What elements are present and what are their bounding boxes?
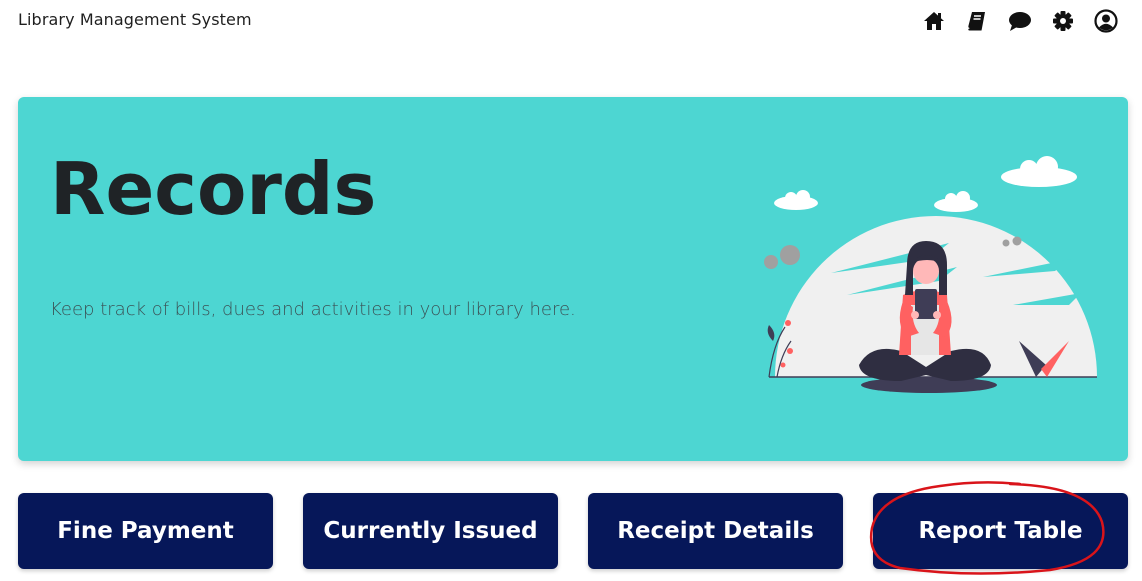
- reading-woman-illustration: [764, 156, 1097, 393]
- gear-icon[interactable]: [1049, 7, 1077, 35]
- top-nav-icons: [920, 7, 1120, 35]
- chat-icon[interactable]: [1006, 7, 1034, 35]
- app-title: Library Management System: [18, 10, 252, 29]
- home-icon[interactable]: [920, 7, 948, 35]
- currently-issued-button[interactable]: Currently Issued: [303, 493, 558, 569]
- receipt-details-button[interactable]: Receipt Details: [588, 493, 843, 569]
- hero-banner: Records Keep track of bills, dues and ac…: [18, 97, 1128, 461]
- report-table-button[interactable]: Report Table: [873, 493, 1128, 569]
- user-circle-icon[interactable]: [1092, 7, 1120, 35]
- top-bar: Library Management System: [0, 0, 1142, 44]
- page-title: Records: [50, 147, 377, 231]
- book-icon[interactable]: [963, 7, 991, 35]
- fine-payment-button[interactable]: Fine Payment: [18, 493, 273, 569]
- page-subtitle: Keep track of bills, dues and activities…: [50, 299, 576, 320]
